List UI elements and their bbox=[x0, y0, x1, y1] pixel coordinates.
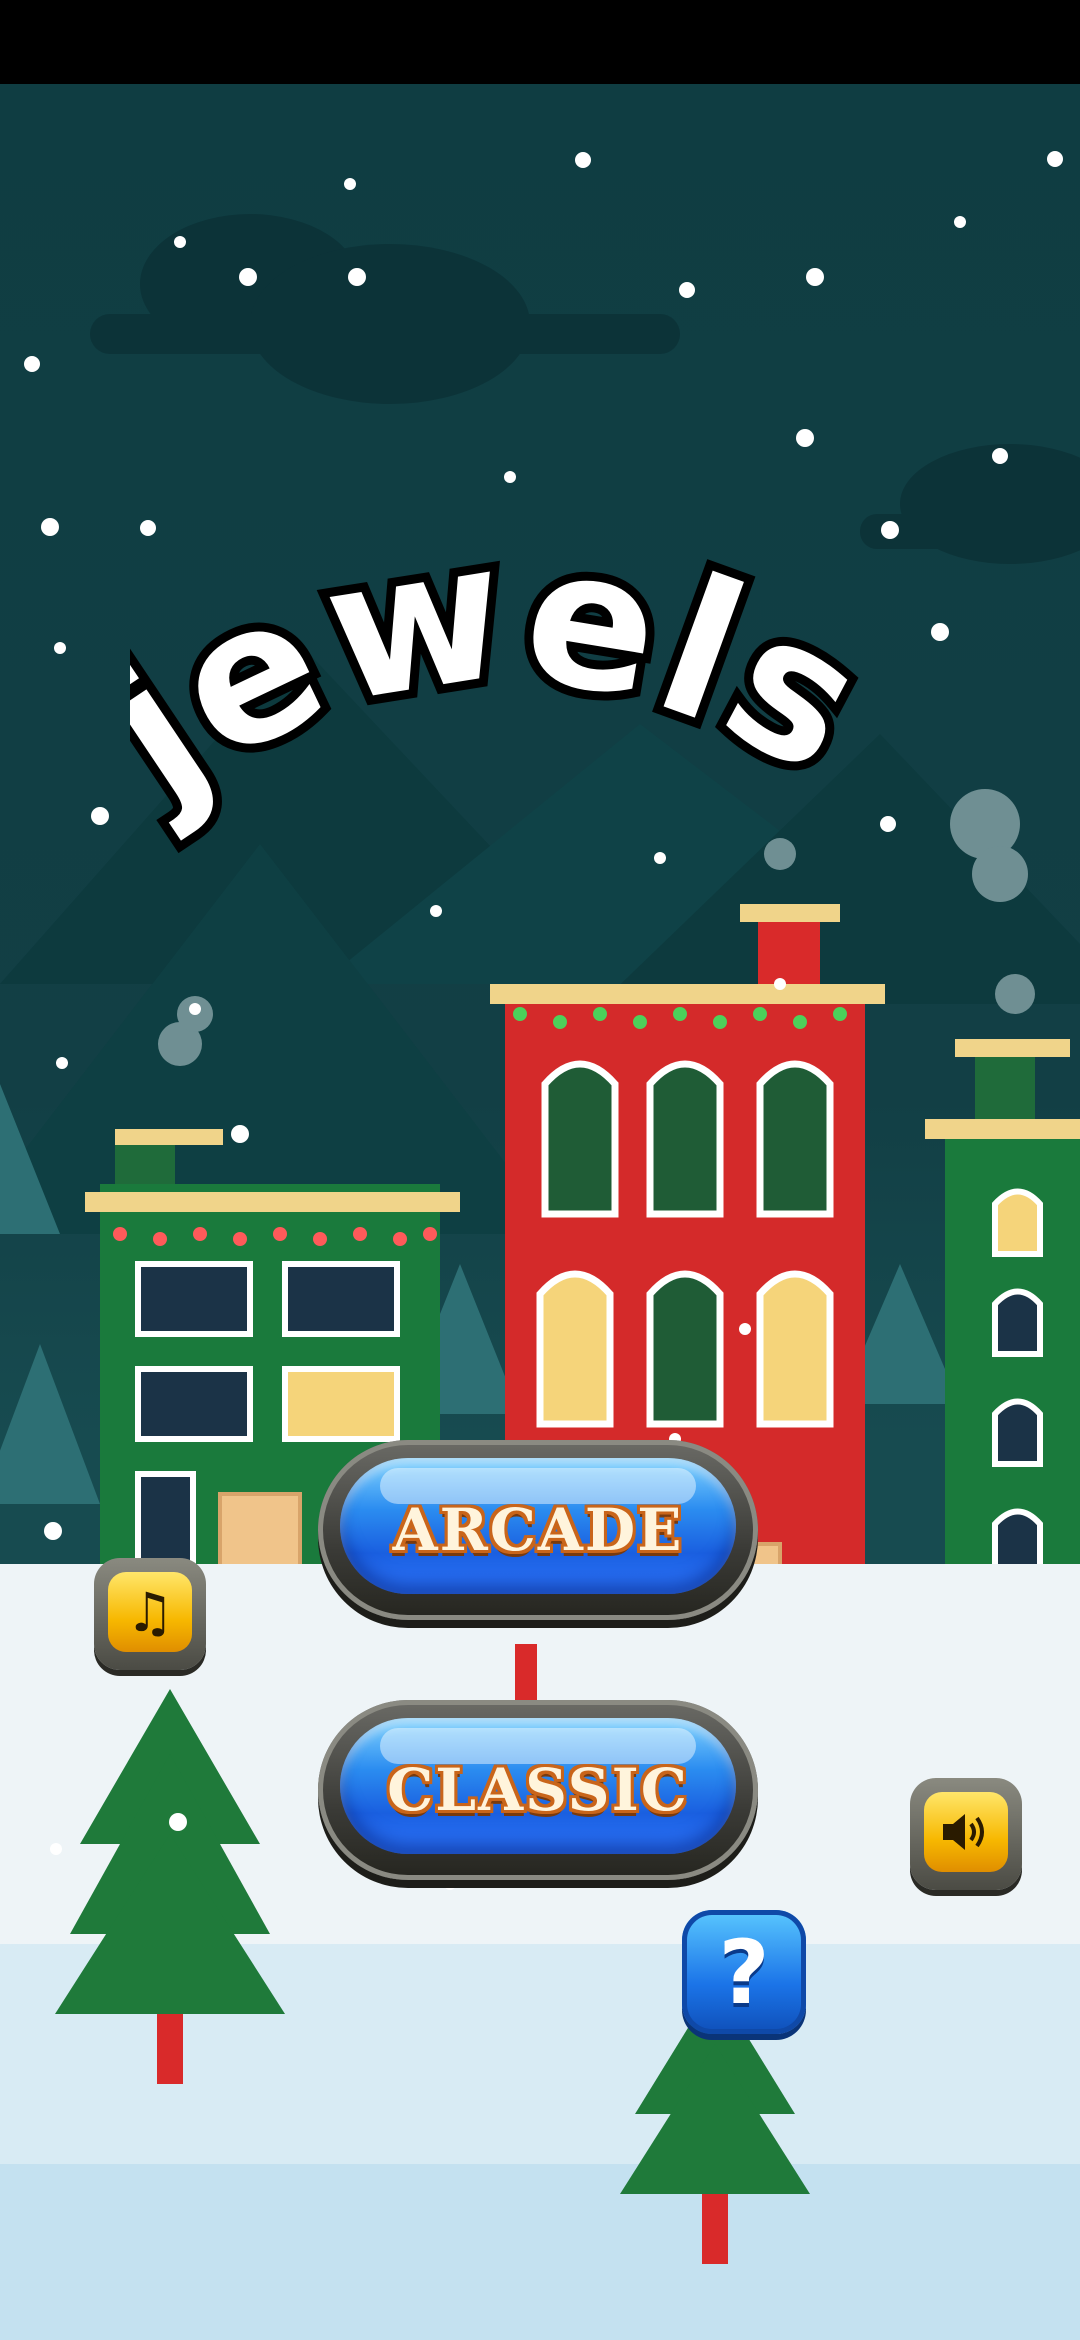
music-toggle-button[interactable]: ♫ bbox=[94, 1558, 206, 1670]
arcade-button[interactable]: ARCADE bbox=[318, 1440, 758, 1620]
help-button[interactable]: ? bbox=[682, 1910, 806, 2034]
game-title-text: jewels bbox=[130, 524, 905, 853]
classic-button[interactable]: CLASSIC bbox=[318, 1700, 758, 1880]
status-bar bbox=[0, 0, 1080, 84]
svg-text:jewels: jewels bbox=[130, 524, 900, 844]
arcade-button-label: ARCADE bbox=[392, 1496, 684, 1564]
sound-toggle-button[interactable] bbox=[910, 1778, 1022, 1890]
christmas-town-scene bbox=[0, 151, 1080, 2340]
speaker-icon bbox=[924, 1792, 1008, 1872]
game-background: jewels bbox=[0, 84, 1080, 2340]
classic-button-label: CLASSIC bbox=[387, 1756, 689, 1824]
question-mark-icon: ? bbox=[718, 1920, 770, 2024]
game-title: jewels bbox=[130, 524, 905, 853]
music-note-icon: ♫ bbox=[108, 1572, 192, 1652]
